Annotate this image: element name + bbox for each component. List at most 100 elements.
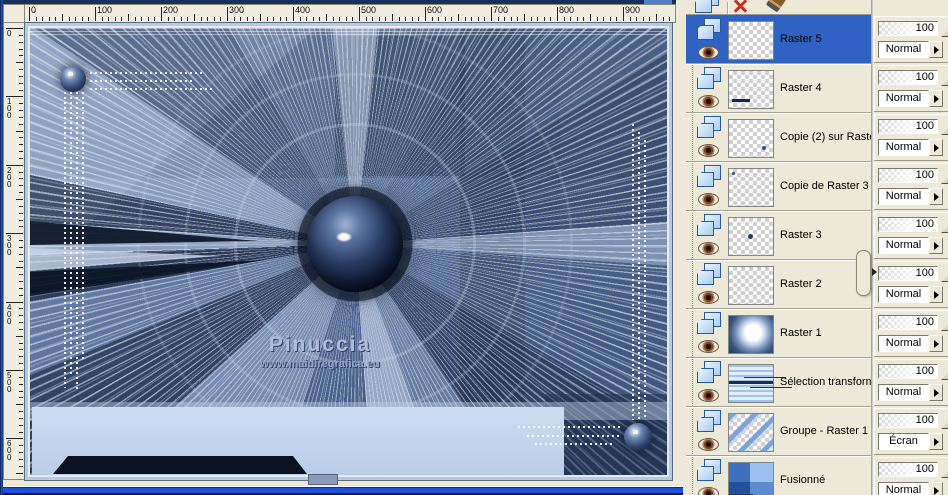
opacity-field[interactable]: 100 [878,266,938,281]
edit-brush-icon[interactable] [765,0,787,13]
layer-thumbnail[interactable] [728,462,774,495]
blend-mode-arrow-button[interactable] [929,433,943,450]
blend-mode-dropdown[interactable]: Normal [878,139,929,156]
opacity-slider-thumb[interactable] [941,75,948,86]
blend-mode-dropdown[interactable]: Normal [878,41,929,58]
opacity-field[interactable]: 100 [878,462,938,477]
layer-name: Raster 1 [780,327,822,339]
opacity-field[interactable]: 100 [878,364,938,379]
psp-application-window: 0 100 200 300 400 500 600 700 800 900 0 100 200 300 4… [0,0,948,495]
opacity-slider-thumb[interactable] [941,222,948,233]
opacity-field[interactable]: 100 [878,119,938,134]
blend-mode-dropdown[interactable]: Normal [878,384,929,401]
visibility-eye-icon[interactable] [698,291,719,304]
layer-row[interactable]: Raster 5 [686,15,871,64]
blend-mode-dropdown[interactable]: Normal [878,188,929,205]
dotted-line [644,140,646,420]
artist-signature: Pinuccia [268,333,372,356]
opacity-field[interactable]: 100 [878,315,938,330]
layer-name: Sélection transformée [780,376,871,388]
blend-mode-dropdown[interactable]: Normal [878,335,929,352]
ruler-left-label: 100 [7,97,12,121]
layer-thumbnail[interactable] [728,413,774,452]
blend-mode-arrow-button[interactable] [929,41,943,58]
blend-mode-arrow-button[interactable] [929,335,943,352]
opacity-slider-thumb[interactable] [941,467,948,478]
layer-thumbnail[interactable] [728,364,774,403]
window-bottom-border [0,486,683,495]
opacity-slider-thumb[interactable] [941,369,948,380]
layer-pages-icon [697,18,723,42]
blend-mode-arrow-button[interactable] [929,482,943,495]
blend-mode-arrow-button[interactable] [929,90,943,107]
right-arrow-icon [934,193,939,201]
visibility-eye-icon[interactable] [698,340,719,353]
layer-thumbnail[interactable] [728,217,774,256]
blend-mode-dropdown[interactable]: Normal [878,482,929,495]
layer-controls-column: 100 Normal 100 Normal 100 Normal 100 Nor… [874,14,948,495]
palette-splitter-handle[interactable] [856,250,877,296]
opacity-field[interactable]: 100 [878,21,938,36]
visibility-eye-icon[interactable] [698,389,719,402]
opacity-slider-thumb[interactable] [941,418,948,429]
visibility-eye-icon[interactable] [698,144,719,157]
layer-thumbnail[interactable] [728,70,774,109]
ruler-top-label: 500 [361,5,377,15]
layer-thumbnail[interactable] [728,119,774,158]
visibility-eye-icon[interactable] [698,242,719,255]
blend-mode-arrow-button[interactable] [929,237,943,254]
blend-mode-arrow-button[interactable] [929,286,943,303]
layer-row[interactable]: Groupe - Raster 1 [686,407,871,456]
blend-mode-arrow-button[interactable] [929,139,943,156]
layer-controls-block: 100 Normal [874,114,948,160]
layer-row[interactable]: Raster 1 [686,309,871,358]
layer-row[interactable]: Raster 4 [686,64,871,113]
dotted-line [76,92,78,392]
layer-thumbnail[interactable] [728,315,774,354]
opacity-field[interactable]: 100 [878,217,938,232]
opacity-field[interactable]: 100 [878,70,938,85]
opacity-slider-thumb[interactable] [941,26,948,37]
right-arrow-icon [934,144,939,152]
opacity-slider-thumb[interactable] [941,173,948,184]
ruler-corner [3,4,25,23]
layer-controls-block: 100 Normal [874,16,948,62]
layer-thumbnail[interactable] [728,168,774,207]
blend-mode-dropdown[interactable]: Écran [878,433,929,450]
layer-thumbnail[interactable] [728,21,774,60]
opacity-slider-thumb[interactable] [941,124,948,135]
layer-name: Groupe - Raster 1 [780,425,869,437]
blend-mode-dropdown[interactable]: Normal [878,286,929,303]
right-arrow-icon [934,389,939,397]
layer-pages-icon [697,410,723,434]
layer-controls-block: 100 Normal [874,310,948,356]
visibility-eye-icon[interactable] [698,193,719,206]
blend-mode-dropdown[interactable]: Normal [878,237,929,254]
layer-list: Raster 5 Raster 4 Copie (2) sur Raster 3… [686,14,871,495]
visibility-eye-icon[interactable] [698,46,719,59]
layer-row[interactable]: Copie de Raster 3 [686,162,871,211]
visibility-eye-icon[interactable] [698,95,719,108]
ruler-left-label: 200 [7,165,12,189]
right-arrow-icon [934,242,939,250]
opacity-field[interactable]: 100 [878,168,938,183]
blend-mode-arrow-button[interactable] [929,384,943,401]
layer-row[interactable]: Raster 3 [686,211,871,260]
blend-mode-dropdown[interactable]: Normal [878,90,929,107]
canvas-artwork[interactable]: Pinuccia www.maidiregrafica.eu [30,28,667,475]
new-layer-icon[interactable] [695,0,721,14]
opacity-field[interactable]: 100 [878,413,938,428]
opacity-slider-thumb[interactable] [941,320,948,331]
layer-row[interactable]: Copie (2) sur Raster 3 [686,113,871,162]
ruler-left-label: 400 [7,302,12,326]
visibility-eye-icon[interactable] [698,438,719,451]
ruler-left-label: 600 [7,439,12,463]
blend-mode-arrow-button[interactable] [929,188,943,205]
visibility-eye-icon[interactable] [698,487,719,495]
layer-row[interactable]: Raster 2 [686,260,871,309]
layer-thumbnail[interactable] [728,266,774,305]
opacity-slider-thumb[interactable] [941,271,948,282]
layer-row[interactable]: Sélection transformée [686,358,871,407]
layer-row[interactable]: Fusionné [686,456,871,495]
ruler-top-label: 700 [493,5,509,15]
